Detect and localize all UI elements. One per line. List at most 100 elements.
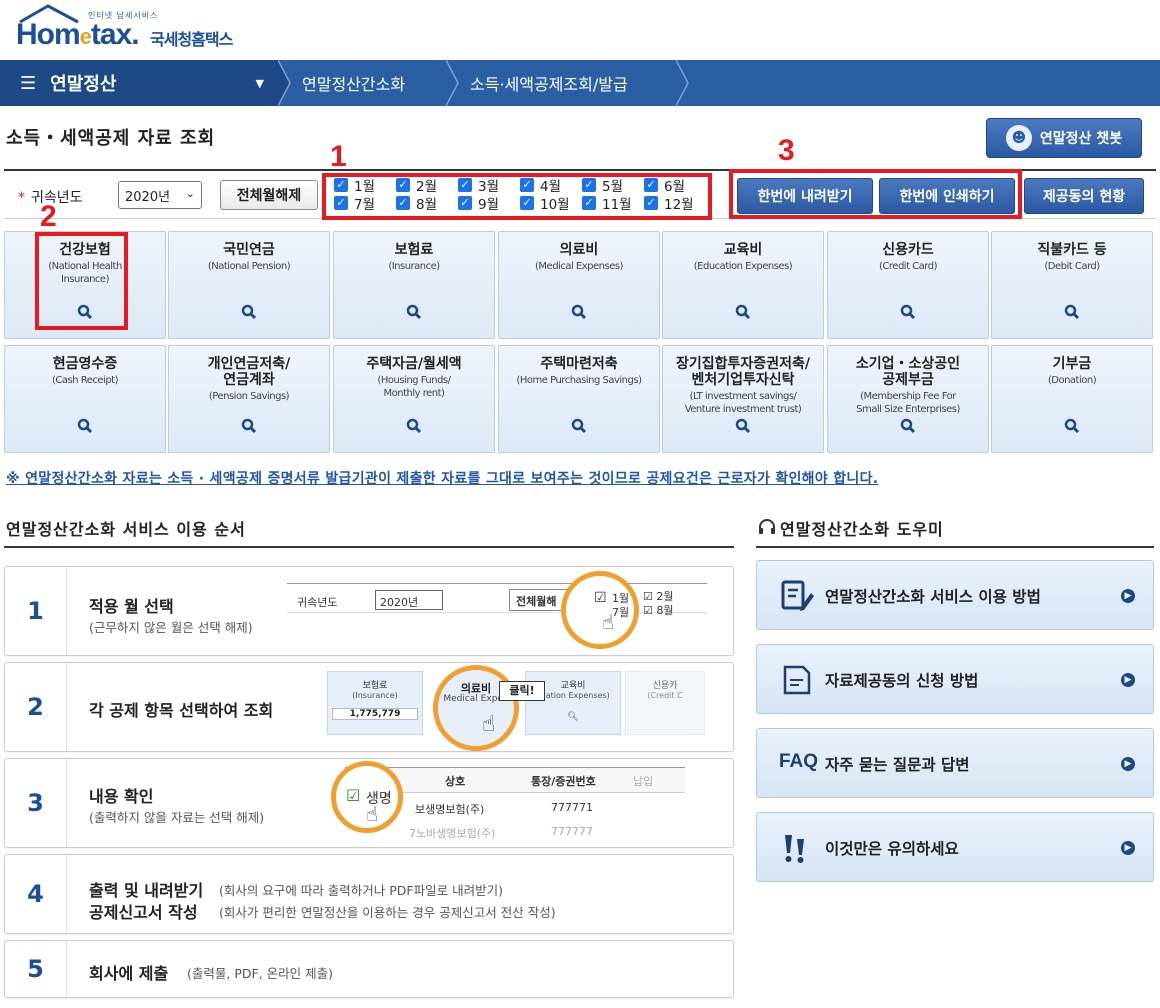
tile-subtitle: (Housing Funds/ Monthly rent) xyxy=(377,375,451,399)
magnifier-icon xyxy=(77,418,93,434)
logo-brand: Hometax. xyxy=(16,18,140,51)
magnifier-icon xyxy=(735,418,751,434)
deduction-tile[interactable]: 장기집합투자증권저축/ 벤처기업투자신탁 (LT investment savin… xyxy=(662,345,824,453)
tile-title: 주택자금/월세액 xyxy=(366,356,462,372)
notice-link[interactable]: ※ 연말정산간소화 자료는 소득 · 세액공제 증명서류 발급기관이 제출한 자… xyxy=(6,468,878,488)
tile-title: 현금영수증 xyxy=(52,356,118,372)
step-subtitle: (출력하지 않을 자료는 선택 해제) xyxy=(89,810,265,825)
caret-down-icon: ▼ xyxy=(255,76,264,90)
deduction-tile[interactable]: 보험료 (Insurance) xyxy=(333,231,495,339)
tile-subtitle: (Cash Receipt) xyxy=(52,375,119,386)
step-title: 적용 월 선택 xyxy=(89,597,174,616)
magnifier-icon: 🔍︎ xyxy=(567,712,579,722)
tile-subtitle: (LT investment savings/ Venture investme… xyxy=(684,391,802,415)
headset-icon xyxy=(759,519,775,534)
illus-year-select: 2020년 xyxy=(375,590,443,610)
magnifier-icon xyxy=(900,418,916,434)
hand-pointer-icon: ☝ xyxy=(366,802,379,826)
help-item-label: 연말정산간소화 서비스 이용 방법 xyxy=(825,588,1041,606)
tile-subtitle: (Education Expenses) xyxy=(693,261,793,272)
highlight-ring: ☑ 생명 ☝ xyxy=(331,761,403,833)
deduction-tile[interactable]: 소기업・소상공인 공제부금 (Membership Fee For Small S… xyxy=(827,345,989,453)
tile-subtitle: (Debit Card) xyxy=(1044,261,1100,272)
tile-subtitle: (National Pension) xyxy=(207,261,291,272)
tile-title: 개인연금저축/ 연금계좌 xyxy=(207,356,291,388)
step-subtitle: (회사의 요구에 따라 출력하거나 PDF파일로 내려받기) xyxy=(219,883,503,898)
tile-title: 장기집합투자증권저축/ 벤처기업투자신탁 xyxy=(676,356,810,388)
magnifier-icon xyxy=(900,304,916,320)
annotation-box-2 xyxy=(35,232,128,330)
tile-subtitle: (Insurance) xyxy=(388,261,440,272)
page-root: 인터넷 납세서비스 Hometax. 국세청홈택스 ☰ 연말정산 ▼ 연말정산간… xyxy=(0,0,1160,1008)
magnifier-icon xyxy=(406,304,422,320)
hand-pointer-icon: ☝ xyxy=(482,712,496,737)
step1-illustration: 귀속년도 2020년 전체월해 ☑ 2월 ☑ 8월 xyxy=(287,583,707,617)
tile-subtitle: (Home Purchasing Savings) xyxy=(516,375,642,386)
step-subtitle: (출력물, PDF, 온라인 제출) xyxy=(187,966,333,981)
hometax-logo[interactable]: 인터넷 납세서비스 Hometax. 국세청홈택스 xyxy=(12,4,242,54)
arrow-right-icon: ▶ xyxy=(1121,757,1135,771)
arrow-right-icon: ▶ xyxy=(1121,589,1135,603)
tile-title: 기부금 xyxy=(1052,356,1092,372)
tile-subtitle: (Membership Fee For Small Size Enterpris… xyxy=(856,391,960,415)
step-title-2: 공제신고서 작성 xyxy=(89,903,198,922)
nav-menu-button[interactable]: ☰ 연말정산 ▼ xyxy=(0,60,278,106)
top-navbar: ☰ 연말정산 ▼ 연말정산간소화 소득·세액공제조회/발급 xyxy=(0,60,1160,106)
deduction-tile[interactable]: 주택마련저축 (Home Purchasing Savings) xyxy=(498,345,660,453)
breadcrumb-separator-icon xyxy=(446,60,459,106)
year-select[interactable]: 2020년 ⌄ xyxy=(118,181,202,209)
deduction-tile[interactable]: 개인연금저축/ 연금계좌 (Pension Savings) xyxy=(168,345,330,453)
help-section-title: 연말정산간소화 도우미 xyxy=(780,520,944,539)
illus-tile-insurance: 보험료 (Insurance) 1,775,779 xyxy=(327,671,423,735)
illus-tile-credit: 신용카 (Credit C xyxy=(625,671,705,735)
exclamation-icon xyxy=(785,835,804,863)
deduction-tile[interactable]: 기부금 (Donation) xyxy=(991,345,1153,453)
clear-all-months-button[interactable]: 전체월해제 xyxy=(220,180,318,210)
tile-title: 국민연금 xyxy=(223,242,275,258)
check-icon: ☑ xyxy=(346,786,361,805)
step-title: 출력 및 내려받기 xyxy=(89,881,204,900)
magnifier-icon xyxy=(571,418,587,434)
help-section-divider xyxy=(756,546,1154,548)
step-number: 4 xyxy=(5,855,67,933)
tile-title: 보험료 xyxy=(394,242,434,258)
tile-title: 직불카드 등 xyxy=(1037,242,1107,258)
deduction-tile[interactable]: 교육비 (Education Expenses) xyxy=(662,231,824,339)
magnifier-icon xyxy=(1064,418,1080,434)
breadcrumb-item-2[interactable]: 소득·세액공제조회/발급 xyxy=(470,60,628,106)
chatbot-button[interactable]: ☻ 연말정산 챗봇 xyxy=(986,118,1142,158)
tile-title: 의료비 xyxy=(559,242,599,258)
tile-title: 신용카드 xyxy=(882,242,934,258)
breadcrumb-item-1[interactable]: 연말정산간소화 xyxy=(302,60,405,106)
steps-section-divider xyxy=(4,546,734,548)
step-number: 3 xyxy=(5,759,67,847)
steps-section-title: 연말정산간소화 서비스 이용 순서 xyxy=(6,520,246,539)
consent-status-button[interactable]: 제공동의 현황 xyxy=(1024,178,1144,214)
magnifier-icon xyxy=(571,304,587,320)
deduction-tile[interactable]: 의료비 (Medical Expenses) xyxy=(498,231,660,339)
document-edit-icon xyxy=(781,580,814,611)
deduction-tile[interactable]: 주택자금/월세액 (Housing Funds/ Monthly rent) xyxy=(333,345,495,453)
deduction-tile[interactable]: 신용카드 (Credit Card) xyxy=(827,231,989,339)
step-1: 1 적용 월 선택 (근무하지 않은 월은 선택 해제) 귀속년도 2020년 … xyxy=(4,566,734,656)
help-item-label: 이것만은 유의하세요 xyxy=(825,840,959,858)
highlight-ring: 의료비 Medical Expen ☝ xyxy=(433,665,519,751)
help-item-faq[interactable]: FAQ 자주 묻는 질문과 답변 ▶ xyxy=(756,728,1154,798)
deduction-tile[interactable]: 국민연금 (National Pension) xyxy=(168,231,330,339)
magnifier-icon xyxy=(735,304,751,320)
step-4: 4 출력 및 내려받기 (회사의 요구에 따라 출력하거나 PDF파일로 내려받… xyxy=(4,854,734,934)
arrow-right-icon: ▶ xyxy=(1121,673,1135,687)
help-item-caution[interactable]: 이것만은 유의하세요 ▶ xyxy=(756,812,1154,882)
breadcrumb-separator-icon xyxy=(278,60,291,106)
step-number: 5 xyxy=(5,941,67,997)
help-item-label: 자주 묻는 질문과 답변 xyxy=(825,756,970,774)
deduction-tile[interactable]: 현금영수증 (Cash Receipt) xyxy=(4,345,166,453)
magnifier-icon xyxy=(406,418,422,434)
tile-subtitle: (Medical Expenses) xyxy=(535,261,623,272)
logo-korean: 국세청홈택스 xyxy=(150,30,233,49)
hamburger-icon: ☰ xyxy=(20,72,37,94)
help-item-usage[interactable]: 연말정산간소화 서비스 이용 방법 ▶ xyxy=(756,560,1154,630)
arrow-right-icon: ▶ xyxy=(1121,841,1135,855)
help-item-consent[interactable]: 자료제공동의 신청 방법 ▶ xyxy=(756,644,1154,714)
deduction-tile[interactable]: 직불카드 등 (Debit Card) xyxy=(991,231,1153,339)
